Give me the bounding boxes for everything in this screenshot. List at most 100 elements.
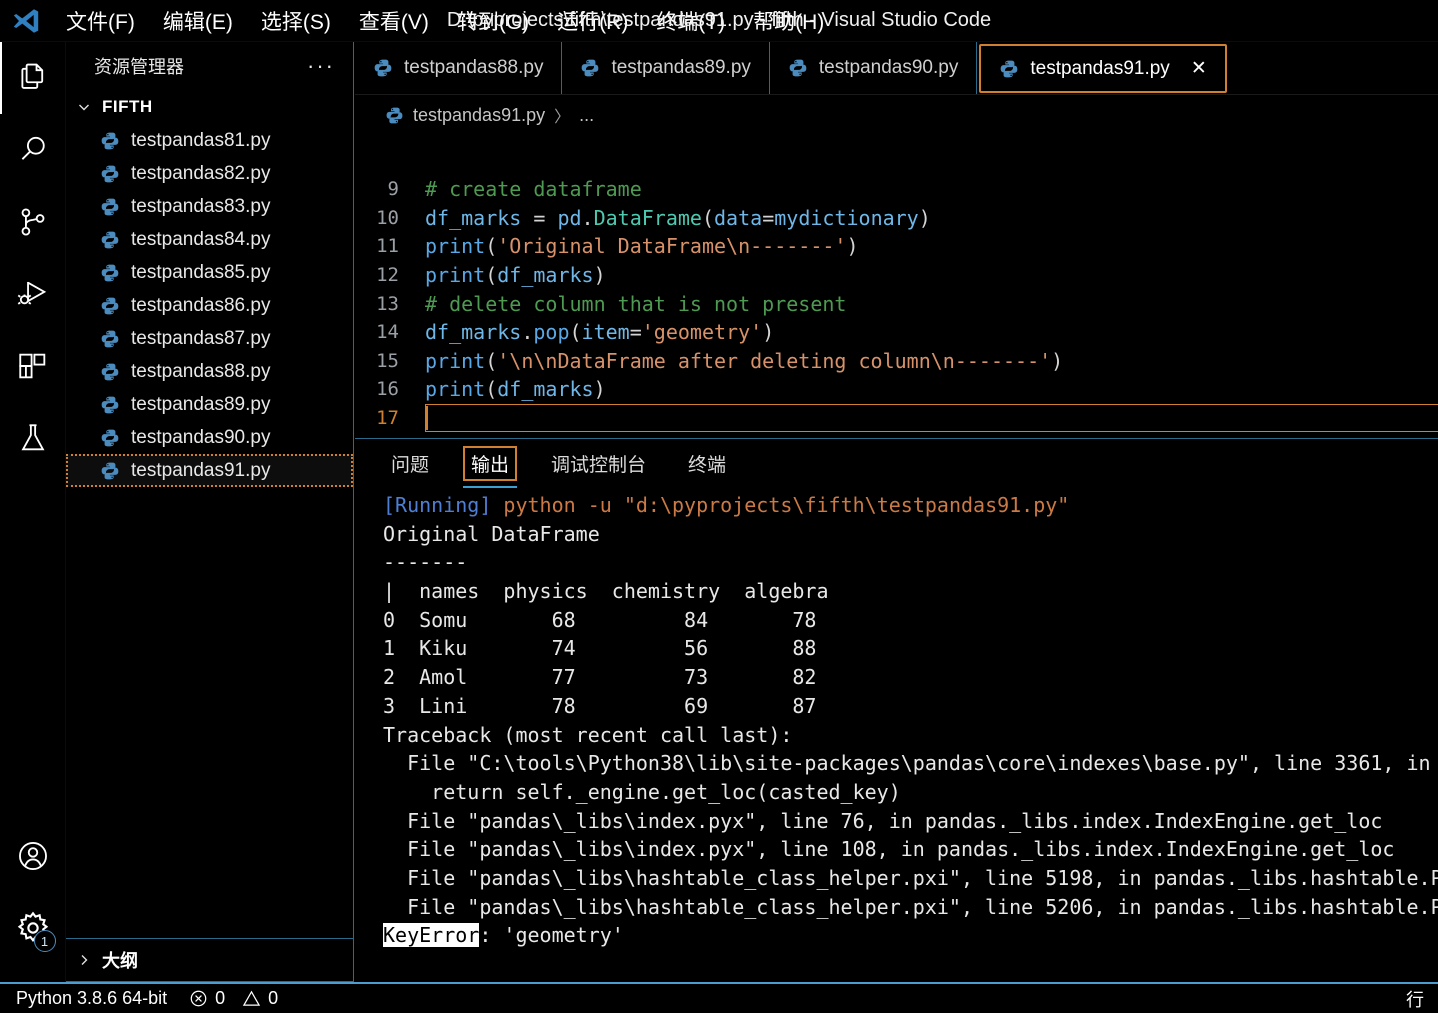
output-line: | names physics chemistry algebra bbox=[383, 579, 829, 604]
activity-search[interactable] bbox=[0, 114, 66, 186]
line-number: 9 bbox=[387, 178, 399, 201]
source-control-icon bbox=[16, 205, 50, 239]
sidebar-section-outline[interactable]: 大纲 bbox=[66, 938, 353, 982]
status-bar: Python 3.8.6 64-bit 0 0 行 bbox=[0, 982, 1438, 1013]
activity-settings[interactable]: 1 bbox=[0, 892, 66, 964]
file-list-item-label: testpandas91.py bbox=[131, 459, 271, 481]
sidebar-title: 资源管理器 bbox=[94, 57, 184, 77]
file-list-item[interactable]: testpandas89.py bbox=[66, 388, 353, 421]
python-file-icon bbox=[373, 58, 393, 78]
menu-edit[interactable]: 编辑(E) bbox=[149, 3, 247, 39]
output-line: Traceback (most recent call last): bbox=[383, 722, 793, 747]
code-line-text[interactable]: # create dataframe bbox=[425, 177, 642, 201]
code-line: 13 # delete column that is not present bbox=[355, 289, 1438, 318]
line-number: 14 bbox=[376, 321, 399, 344]
output-line: File "pandas\_libs\index.pyx", line 76, … bbox=[383, 808, 1383, 833]
status-problems[interactable]: 0 0 bbox=[189, 988, 278, 1009]
bottom-panel: 问题 输出 调试控制台 终端 [Running] python -u "d:\pypr… bbox=[355, 438, 1438, 982]
tab-problems[interactable]: 问题 bbox=[383, 446, 437, 481]
file-list-item-label: testpandas88.py bbox=[131, 360, 271, 382]
menu-help[interactable]: 帮助(H) bbox=[739, 3, 838, 39]
line-number: 16 bbox=[376, 378, 399, 401]
error-circle-icon bbox=[189, 989, 208, 1008]
tab-terminal[interactable]: 终端 bbox=[680, 446, 734, 481]
activity-explorer[interactable] bbox=[0, 42, 66, 114]
code-line-text[interactable]: df_marks = pd.DataFrame(data=mydictionar… bbox=[425, 206, 931, 230]
activity-account[interactable] bbox=[0, 820, 66, 892]
file-list-item[interactable]: testpandas84.py bbox=[66, 223, 353, 256]
file-list-item[interactable]: testpandas90.py bbox=[66, 421, 353, 454]
file-list-item[interactable]: testpandas88.py bbox=[66, 355, 353, 388]
search-icon bbox=[16, 133, 50, 167]
file-list-item[interactable]: testpandas91.py bbox=[66, 454, 353, 487]
breadcrumb: testpandas91.py 〉 ... bbox=[355, 95, 1438, 135]
python-file-icon bbox=[580, 58, 600, 78]
breadcrumb-file[interactable]: testpandas91.py bbox=[413, 105, 545, 126]
title-bar: 文件(F) 编辑(E) 选择(S) 查看(V) 转到(G) 运行(R) 终端(T… bbox=[0, 0, 1438, 42]
output-line: Original DataFrame bbox=[383, 521, 600, 546]
editor-tab[interactable]: testpandas90.py bbox=[770, 42, 978, 94]
file-list-item[interactable]: testpandas85.py bbox=[66, 256, 353, 289]
menu-run[interactable]: 运行(R) bbox=[543, 3, 642, 39]
code-line-text[interactable]: df_marks.pop(item='geometry') bbox=[425, 320, 774, 344]
menu-go[interactable]: 转到(G) bbox=[443, 3, 543, 39]
output-line: 1 Kiku 74 56 88 bbox=[383, 636, 817, 661]
breadcrumb-separator: 〉 bbox=[554, 109, 571, 126]
python-file-icon bbox=[100, 164, 120, 184]
more-actions-icon[interactable]: ··· bbox=[307, 55, 335, 77]
file-list-item[interactable]: testpandas86.py bbox=[66, 289, 353, 322]
line-number: 12 bbox=[376, 264, 399, 287]
folder-root-fifth[interactable]: FIFTH bbox=[66, 90, 353, 124]
code-line-text[interactable] bbox=[425, 403, 1438, 433]
output-line: File "pandas\_libs\hashtable_class_helpe… bbox=[383, 894, 1438, 919]
file-list-item[interactable]: testpandas83.py bbox=[66, 190, 353, 223]
folder-root-label: FIFTH bbox=[102, 97, 153, 116]
editor-tab[interactable]: testpandas89.py bbox=[562, 42, 770, 94]
code-line-text[interactable]: # delete column that is not present bbox=[425, 292, 846, 316]
editor-tab-label: testpandas89.py bbox=[611, 57, 751, 78]
chevron-right-icon bbox=[76, 952, 94, 968]
line-number: 15 bbox=[376, 349, 399, 372]
activity-testing[interactable] bbox=[0, 402, 66, 474]
output-line: 0 Somu 68 84 78 bbox=[383, 607, 817, 632]
menu-bar: 文件(F) 编辑(E) 选择(S) 查看(V) 转到(G) 运行(R) 终端(T… bbox=[52, 3, 838, 39]
line-number: 11 bbox=[376, 235, 399, 258]
editor-tab[interactable]: testpandas91.py ✕ bbox=[979, 44, 1227, 93]
breadcrumb-rest[interactable]: ... bbox=[579, 105, 594, 126]
code-line: 14 df_marks.pop(item='geometry') bbox=[355, 318, 1438, 347]
tab-debug-console[interactable]: 调试控制台 bbox=[543, 446, 654, 481]
file-list-item[interactable]: testpandas82.py bbox=[66, 157, 353, 190]
python-file-icon bbox=[100, 461, 120, 481]
output-line: 3 Lini 78 69 87 bbox=[383, 693, 817, 718]
activity-source-control[interactable] bbox=[0, 186, 66, 258]
code-line-text[interactable]: print(df_marks) bbox=[425, 263, 606, 287]
tab-output[interactable]: 输出 bbox=[463, 445, 518, 488]
status-line-label[interactable]: 行 bbox=[1406, 986, 1424, 1012]
python-file-icon bbox=[100, 263, 120, 283]
editor-tab[interactable]: testpandas88.py bbox=[355, 42, 563, 94]
sidebar-explorer: 资源管理器 ··· FIFTH testpandas81.py testpanda… bbox=[66, 42, 354, 982]
code-line-text[interactable]: print('Original DataFrame\n-------') bbox=[425, 234, 859, 258]
close-icon[interactable]: ✕ bbox=[1191, 57, 1207, 80]
activity-run-debug[interactable] bbox=[0, 258, 66, 330]
activity-extensions[interactable] bbox=[0, 330, 66, 402]
menu-file[interactable]: 文件(F) bbox=[52, 3, 149, 39]
menu-terminal[interactable]: 终端(T) bbox=[642, 3, 739, 39]
editor-tab-label: testpandas91.py bbox=[1030, 57, 1170, 79]
editor-group: testpandas88.py testpandas89.py testpandas… bbox=[355, 42, 1438, 982]
editor-tab-bar: testpandas88.py testpandas89.py testpandas… bbox=[355, 42, 1438, 95]
python-file-icon bbox=[100, 296, 120, 316]
file-list-item-label: testpandas81.py bbox=[131, 129, 271, 151]
chevron-down-icon bbox=[76, 99, 94, 115]
status-python-version[interactable]: Python 3.8.6 64-bit bbox=[16, 988, 167, 1009]
menu-selection[interactable]: 选择(S) bbox=[247, 3, 345, 39]
menu-view[interactable]: 查看(V) bbox=[345, 3, 443, 39]
file-list-item[interactable]: testpandas81.py bbox=[66, 124, 353, 157]
file-list-item[interactable]: testpandas87.py bbox=[66, 322, 353, 355]
output-line: 2 Amol 77 73 82 bbox=[383, 665, 817, 690]
code-line-text[interactable]: print('\n\nDataFrame after deleting colu… bbox=[425, 349, 1063, 373]
output-view[interactable]: [Running] python -u "d:\pyprojects\fifth… bbox=[355, 487, 1438, 982]
editor-tab-label: testpandas88.py bbox=[404, 57, 544, 78]
code-line-text[interactable]: print(df_marks) bbox=[425, 377, 606, 401]
code-editor[interactable]: 9 # create dataframe 10 df_marks = pd.DataF… bbox=[355, 135, 1438, 438]
